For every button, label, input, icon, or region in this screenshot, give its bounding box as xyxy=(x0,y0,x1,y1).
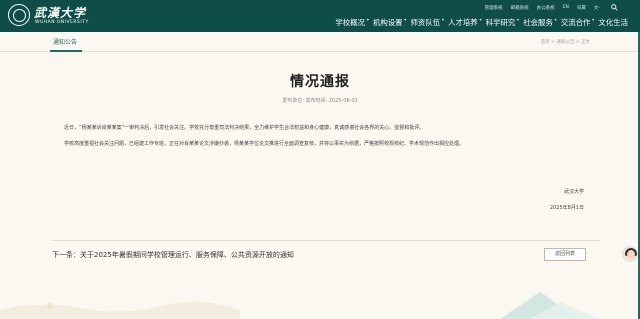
article-meta: 发布单位: 发布时间: 2025-08-01 xyxy=(282,98,358,104)
signature-date: 2025年8月1日 xyxy=(549,205,584,211)
top-link-en[interactable]: EN xyxy=(563,5,569,11)
nav-item-service[interactable]: 社会服务 xyxy=(516,17,557,28)
assistant-avatar[interactable] xyxy=(622,246,638,262)
article-paragraph: 学校高度重视社会关注问题，已组建工作专班，正在对肖某某论文涉嫌抄袭，杨某某学位论… xyxy=(64,141,465,147)
main-nav: 学校概况 机构设置 师资队伍 人才培养 科学研究 社会服务 交流合作 文化生活 xyxy=(331,17,632,28)
nav-item-organization[interactable]: 机构设置 xyxy=(366,17,407,28)
sub-bar: 通知公告 首页 > 通知公告 > 正文 xyxy=(0,32,640,52)
nav-item-research[interactable]: 科学研究 xyxy=(479,17,520,28)
avatar-face xyxy=(627,250,635,259)
top-link-belong[interactable]: 归属 xyxy=(577,5,586,11)
emblem-icon xyxy=(8,4,30,26)
logo-text-cn: 武漢大学 xyxy=(34,6,87,20)
divider xyxy=(52,240,600,241)
nav-item-exchange[interactable]: 交流合作 xyxy=(554,17,595,28)
top-link-font[interactable]: 文- xyxy=(594,5,600,11)
top-link-admin[interactable]: 管理系统 xyxy=(485,5,503,11)
tab-notices[interactable]: 通知公告 xyxy=(53,37,77,46)
page-title: 情况通报 xyxy=(290,74,350,90)
next-article-link[interactable]: 下一条：关于2025年暑假期间学校管理运行、服务保障、公共资源开放的通知 xyxy=(52,250,294,260)
nav-item-overview[interactable]: 学校概况 xyxy=(331,17,369,28)
logo-text-en: WUHAN UNIVERSITY xyxy=(35,20,89,25)
nav-item-culture[interactable]: 文化生活 xyxy=(591,17,632,28)
top-link-office[interactable]: 办公系统 xyxy=(537,5,555,11)
article-paragraph: 近日，“杨某某诉肖某某案”一审判决后，引发社会关注。学校充分尊重司法判决结果，全… xyxy=(64,125,425,131)
top-link-mail[interactable]: 邮箱系统 xyxy=(511,5,529,11)
nav-item-faculty[interactable]: 师资队伍 xyxy=(404,17,445,28)
search-icon[interactable] xyxy=(611,4,618,11)
university-logo[interactable]: 武漢大学 WUHAN UNIVERSITY xyxy=(8,3,98,29)
decorative-landscape xyxy=(0,292,600,319)
tab-underline xyxy=(50,50,82,52)
breadcrumb: 首页 > 通知公告 > 正文 xyxy=(540,40,590,45)
back-to-list-button[interactable]: 返回列表 xyxy=(544,248,586,261)
top-links: 管理系统 邮箱系统 办公系统 EN 归属 文- xyxy=(485,5,600,11)
nav-item-education[interactable]: 人才培养 xyxy=(441,17,482,28)
signature-org: 武汉大学 xyxy=(563,189,584,195)
site-header: 武漢大学 WUHAN UNIVERSITY 管理系统 邮箱系统 办公系统 EN … xyxy=(0,0,640,32)
